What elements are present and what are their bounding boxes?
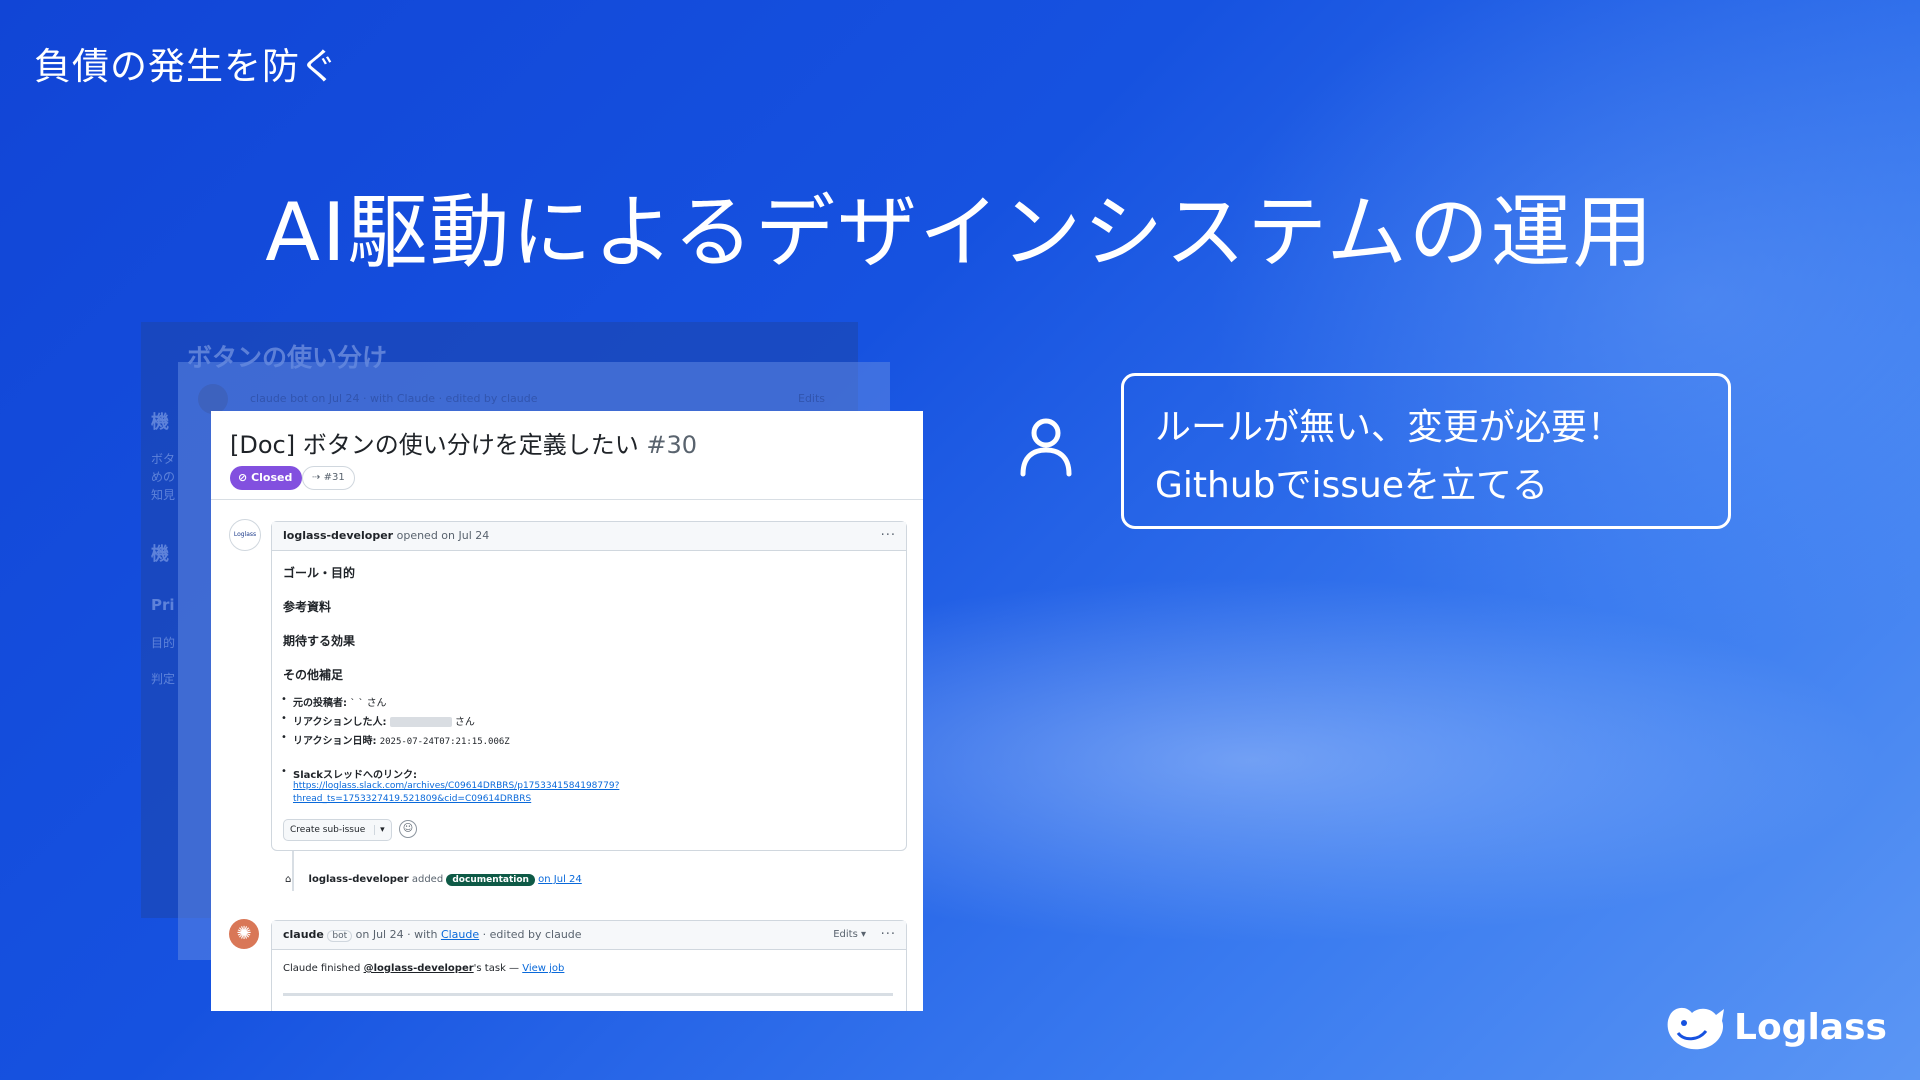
- slack-link-line2[interactable]: thread_ts=1753327419.521809&cid=C09614DR…: [293, 794, 619, 804]
- label-event-action: added: [411, 874, 444, 885]
- edits-dropdown[interactable]: Edits ▾: [833, 921, 866, 949]
- claude-comment: claude bot on Jul 24 · with Claude · edi…: [271, 920, 907, 1011]
- slack-link-line1[interactable]: https://loglass.slack.com/archives/C0961…: [293, 781, 619, 791]
- callout-line-1: ルールが無い、変更が必要！: [1155, 407, 1624, 448]
- ghost-fragment: 機: [151, 544, 169, 565]
- section-label: 負債の発生を防ぐ: [34, 45, 338, 88]
- poster-value: ` `: [350, 698, 364, 709]
- comment-header: loglass-developer opened on Jul 24 ···: [272, 522, 906, 551]
- person-icon: [1020, 418, 1072, 477]
- issue-body-comment: loglass-developer opened on Jul 24 ··· ゴ…: [271, 521, 907, 851]
- slack-thread-link[interactable]: https://loglass.slack.com/archives/C0961…: [293, 781, 619, 804]
- ghost-fragment: 判定: [151, 672, 176, 686]
- pull-request-icon: ⇢: [312, 472, 321, 483]
- create-sub-issue-label: Create sub-issue: [290, 825, 366, 835]
- reaction-time-label: リアクション日時:: [293, 736, 377, 747]
- ghost-fragment: 知見: [151, 488, 176, 502]
- smiley-reaction-icon[interactable]: ☺: [399, 820, 417, 838]
- logo-wordmark: Loglass: [1734, 1007, 1887, 1048]
- opened-date: opened on Jul 24: [396, 529, 490, 542]
- claude-username[interactable]: claude: [283, 928, 324, 941]
- ghost-claude-avatar: [198, 384, 228, 414]
- issue-title: [Doc] ボタンの使い分けを定義したい #30: [230, 425, 697, 460]
- loglass-logo: Loglass: [1664, 1003, 1887, 1053]
- loglass-bird-icon: [1667, 1007, 1724, 1050]
- heading-references: 参考資料: [283, 600, 332, 614]
- callout-box: ルールが無い、変更が必要！ Githubでissueを立てる: [1121, 373, 1731, 529]
- poster-label: 元の投稿者:: [293, 698, 347, 709]
- closed-status-label: Closed: [251, 471, 293, 484]
- claude-text-prefix: Claude finished: [283, 963, 361, 974]
- reactor-suffix: さん: [454, 717, 475, 728]
- list-item-reaction-time: リアクション日時: 2025-07-24T07:21:15.006Z: [281, 732, 510, 747]
- more-options-icon[interactable]: ···: [881, 522, 896, 550]
- list-item-reactor: リアクションした人: さん: [281, 713, 475, 728]
- claude-sunburst-icon: ✺: [236, 923, 252, 944]
- issue-number: #30: [646, 431, 698, 459]
- list-item-slack-link: Slackスレッドへのリンク:: [281, 766, 417, 781]
- ghost-fragment: めの: [151, 470, 176, 484]
- header-divider: [211, 499, 923, 500]
- edits-label: Edits: [833, 929, 858, 940]
- opener-username[interactable]: loglass-developer: [283, 529, 393, 542]
- linked-pr-number: #31: [323, 472, 345, 483]
- avatar-logo-text: Loglass: [233, 531, 257, 538]
- bot-badge: bot: [327, 930, 353, 942]
- view-job-link[interactable]: View job: [522, 963, 564, 974]
- redacted-name: [389, 717, 452, 727]
- claude-text-suffix: 's task —: [473, 963, 520, 974]
- claude-meta-prefix: on Jul 24 · with: [355, 928, 438, 941]
- loglass-avatar[interactable]: Loglass: [229, 519, 261, 551]
- label-added-event: ⌂ loglass-developer added documentation …: [285, 874, 582, 886]
- user-mention[interactable]: @loglass-developer: [364, 963, 474, 974]
- linked-pr-badge[interactable]: ⇢ #31: [302, 466, 355, 490]
- heading-goal: ゴール・目的: [283, 566, 356, 580]
- ghost-fragment: 目的: [151, 636, 176, 650]
- ghost-fragment: ボタ: [151, 452, 176, 466]
- poster-suffix: さん: [366, 698, 387, 709]
- reaction-time-value: 2025-07-24T07:21:15.006Z: [379, 737, 510, 747]
- ghost-edits-label: Edits: [798, 392, 826, 405]
- ghost-fragment: Pri: [151, 596, 175, 614]
- issue-title-text: [Doc] ボタンの使い分けを定義したい: [230, 431, 639, 459]
- claude-comment-header: claude bot on Jul 24 · with Claude · edi…: [272, 921, 906, 950]
- ghost-comment-meta: claude bot on Jul 24 · with Claude · edi…: [250, 392, 538, 405]
- closed-status-badge: ⊘ Closed: [230, 466, 303, 490]
- slack-link-label: Slackスレッドへのリンク:: [293, 770, 417, 781]
- label-event-date[interactable]: on Jul 24: [538, 874, 582, 885]
- tag-icon: ⌂: [285, 874, 292, 885]
- slide-title: AI駆動によるデザインシステムの運用: [265, 186, 1655, 279]
- claude-app-link[interactable]: Claude: [441, 928, 479, 941]
- heading-expected-effect: 期待する効果: [283, 634, 356, 648]
- documentation-label[interactable]: documentation: [446, 874, 535, 886]
- claude-meta-suffix: · edited by claude: [482, 928, 582, 941]
- more-options-icon[interactable]: ···: [881, 921, 896, 949]
- label-event-user[interactable]: loglass-developer: [309, 874, 409, 885]
- heading-notes: その他補足: [283, 668, 344, 682]
- list-item-poster: 元の投稿者: ` ` さん: [281, 694, 387, 709]
- comment-divider-bar: [283, 993, 893, 996]
- claude-avatar[interactable]: ✺: [229, 919, 259, 949]
- github-issue-screenshot: [Doc] ボタンの使い分けを定義したい #30 ⊘ Closed ⇢ #31 …: [211, 411, 923, 1011]
- ghost-fragment: 機: [151, 412, 169, 433]
- create-sub-issue-button[interactable]: Create sub-issue ▾: [283, 819, 392, 841]
- claude-comment-text: Claude finished @loglass-developer's tas…: [283, 963, 564, 974]
- check-circle-icon: ⊘: [238, 471, 248, 484]
- reactor-label: リアクションした人:: [293, 717, 387, 728]
- chevron-down-icon[interactable]: ▾: [374, 825, 385, 835]
- callout-line-2: Githubでissueを立てる: [1155, 465, 1548, 506]
